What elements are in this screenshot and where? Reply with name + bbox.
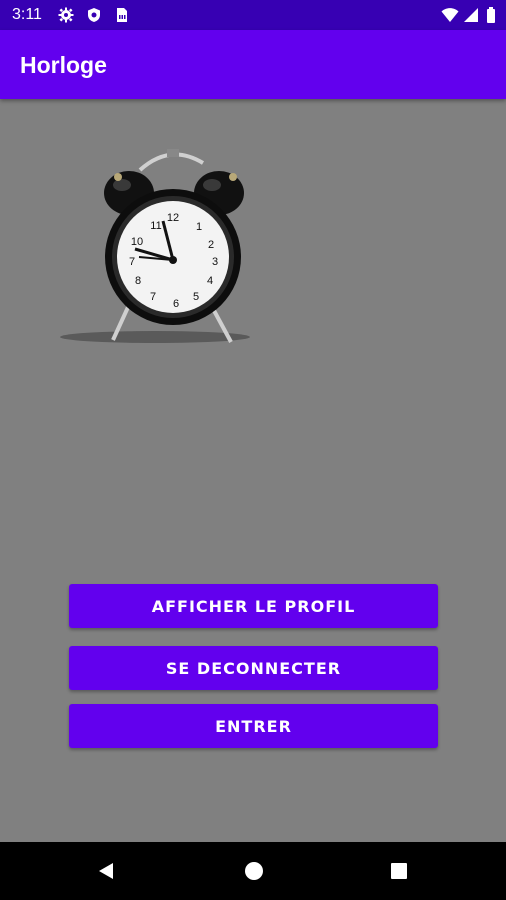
svg-text:10: 10 <box>131 236 143 248</box>
svg-text:4: 4 <box>207 275 213 287</box>
wifi-icon <box>441 7 459 23</box>
sim-card-icon <box>113 7 129 23</box>
nav-bar <box>0 842 506 900</box>
svg-text:7: 7 <box>150 291 156 303</box>
back-icon[interactable] <box>91 856 121 886</box>
gear-icon <box>58 7 74 23</box>
app-bar: Horloge <box>0 30 506 99</box>
signal-icon <box>463 7 479 23</box>
svg-text:7: 7 <box>129 256 135 268</box>
battery-icon <box>486 7 496 23</box>
status-time: 3:11 <box>12 6 42 23</box>
enter-button[interactable]: ENTRER <box>69 704 438 748</box>
svg-text:3: 3 <box>212 256 218 268</box>
alarm-clock-image: 12 1 2 3 4 5 6 7 8 7 10 11 <box>55 145 255 350</box>
svg-text:11: 11 <box>150 220 161 232</box>
svg-text:6: 6 <box>173 298 179 310</box>
svg-text:8: 8 <box>135 275 141 287</box>
home-icon[interactable] <box>239 856 269 886</box>
logout-button[interactable]: SE DECONNECTER <box>69 646 438 690</box>
recents-icon[interactable] <box>384 856 414 886</box>
app-title: Horloge <box>20 52 107 78</box>
status-bar: 3:11 <box>0 0 506 30</box>
svg-text:2: 2 <box>208 239 214 251</box>
screen: 3:11 Horloge 12 1 2 3 4 5 6 7 8 7 10 11 … <box>0 0 506 900</box>
svg-text:12: 12 <box>167 212 179 224</box>
show-profile-button[interactable]: AFFICHER LE PROFIL <box>69 584 438 628</box>
svg-text:1: 1 <box>196 221 202 233</box>
svg-text:5: 5 <box>193 291 199 303</box>
shield-icon <box>86 7 102 23</box>
